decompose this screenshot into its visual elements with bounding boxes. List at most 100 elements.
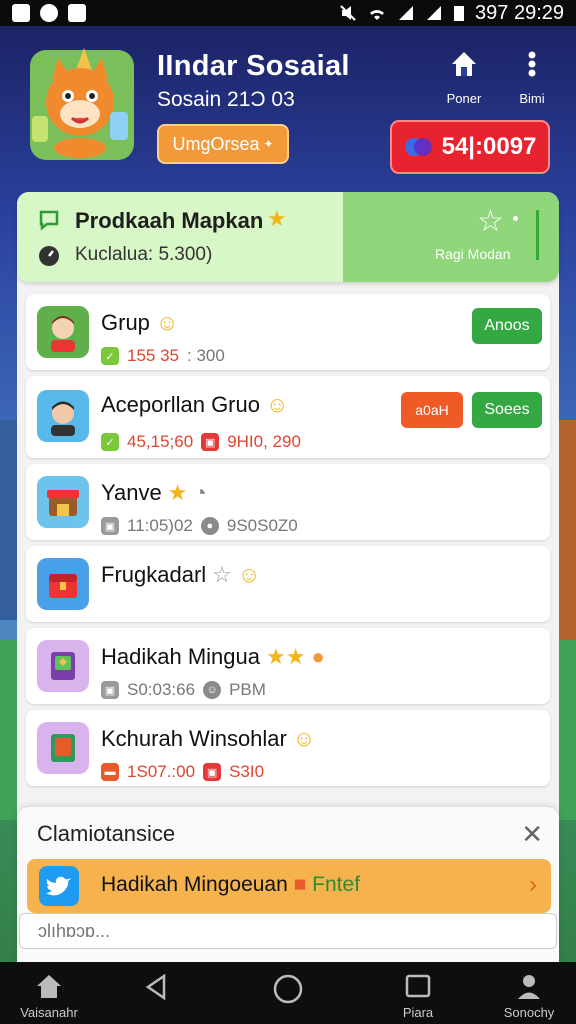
nav-files[interactable]: Piara: [390, 972, 446, 1020]
join-button-label: Anoos: [484, 317, 530, 334]
smiley-icon: ☺: [292, 726, 316, 751]
nav-profile[interactable]: Sonochy: [496, 972, 562, 1020]
recent-apps-icon: [405, 974, 431, 998]
clock-icon: [39, 246, 59, 266]
list-item-title: Frugkadarl ☆ ☺: [101, 562, 260, 588]
list-item-title: Kchurah Winsohlar ☺: [101, 726, 315, 752]
list-item-meta: ✓ 155 35 : 300: [101, 346, 225, 366]
list-item[interactable]: Yanve ★ ◔ ▣ 11:05)02 ● 9S0S0Z0: [26, 464, 550, 540]
nav-home-button[interactable]: [270, 972, 306, 1009]
lock-icon: ▣: [101, 517, 119, 535]
list-item[interactable]: Grup ☺ ✓ 155 35 : 300 Anoos: [26, 294, 550, 370]
group-avatar: [37, 722, 89, 774]
location-icon: ●: [200, 517, 219, 535]
book-icon: [51, 652, 75, 680]
gift-icon: ▣: [203, 763, 222, 781]
bottom-sheet: Clamiotansice ✕ Hadikah Mingoeuan ■ Fnte…: [17, 807, 559, 962]
smiley-icon: ☺: [155, 310, 179, 335]
star-icon: ★★: [265, 644, 306, 669]
chat-bubble-icon: [39, 210, 59, 231]
menu-label: Bimi: [519, 91, 545, 106]
back-icon: [145, 973, 166, 1001]
promo-button[interactable]: UmgOrsea ✦: [157, 124, 289, 164]
join-button-label: Soees: [484, 401, 530, 418]
featured-title: Prodkaah Mapkan: [75, 208, 264, 233]
smiley-icon: ☺: [265, 392, 289, 417]
join-button[interactable]: Anoos: [472, 308, 542, 344]
nav-profile-label: Sonochy: [503, 1005, 555, 1020]
more-vertical-icon: [528, 51, 536, 77]
ticket-icon: ▬: [101, 763, 119, 781]
emoji-icon: ☺: [203, 681, 222, 699]
list-item[interactable]: Aceporllan Gruo ☺ ✓ 45,15;60 ▣ 9HI0, 290…: [26, 376, 550, 458]
suggestion-label: Hadikah Mingoeuan ■ Fntef: [101, 873, 360, 897]
mascot-avatar: [30, 48, 134, 160]
divider: [536, 210, 539, 260]
nav-files-label: Piara: [402, 1005, 434, 1020]
meta-value: 45,15;60: [127, 432, 194, 451]
join-button[interactable]: Soees: [472, 392, 542, 428]
chevron-right-icon: ›: [529, 871, 537, 898]
home-icon: [37, 975, 61, 998]
bird-icon: [39, 866, 79, 906]
list-item-name: Hadikah Mingua: [101, 644, 260, 669]
notification-icon: [12, 4, 30, 22]
home-button[interactable]: Poner: [440, 48, 488, 106]
timer-icon: ◔: [193, 480, 207, 505]
group-avatar: [37, 306, 89, 358]
nav-home-label: Vaisanahr: [20, 1005, 78, 1020]
flag-icon: ■: [293, 873, 307, 896]
list-item-title: Grup ☺: [101, 310, 178, 336]
score-counter[interactable]: 54|:0097: [390, 120, 550, 174]
shop-icon: [47, 490, 79, 516]
sparkle-icon: ✦: [263, 137, 274, 151]
meta-value: S3I0: [229, 762, 265, 781]
nav-home[interactable]: Vaisanahr: [14, 972, 84, 1020]
badge-button-label: a0aH: [415, 402, 449, 418]
list-item-title: Yanve ★ ◔: [101, 480, 207, 506]
menu-button[interactable]: Bimi: [510, 48, 554, 106]
close-icon[interactable]: ✕: [521, 819, 543, 850]
list-item-meta: ✓ 45,15;60 ▣ 9HI0, 290: [101, 432, 301, 452]
bottom-navigation: Vaisanahr Piara Sonochy: [0, 962, 576, 1024]
battery-icon: [454, 6, 465, 21]
treasure-chest-icon: [49, 574, 77, 598]
list-item[interactable]: Hadikah Mingua ★★ ● ▣ S0:03:66 ☺ PBM: [26, 628, 550, 704]
meta-value: 11:05)02: [127, 516, 193, 535]
header: IIndar Sosaial Sosain 21Ͻ 03 UmgOrsea ✦ …: [0, 26, 576, 192]
promo-button-label: UmgOrsea: [172, 133, 260, 154]
star-outline-icon: ☆: [477, 205, 504, 238]
nav-back[interactable]: [138, 972, 174, 1005]
featured-subtitle: Kuclalua: 5.300): [75, 244, 213, 265]
list-item-meta: ▬ 1S07.:00 ▣ S3I0: [101, 762, 264, 782]
home-label: Poner: [446, 91, 482, 106]
list-item[interactable]: Frugkadarl ☆ ☺: [26, 546, 550, 622]
meta-value: 9HI0, 290: [227, 432, 301, 451]
list-item-name: Grup: [101, 310, 150, 335]
meta-value: S0:03:66: [127, 680, 196, 699]
search-input[interactable]: [19, 913, 557, 949]
suggestion-bar[interactable]: Hadikah Mingoeuan ■ Fntef ›: [27, 859, 551, 913]
star-icon: ★: [267, 206, 287, 231]
group-avatar: [37, 390, 89, 442]
check-icon: ✓: [101, 433, 119, 451]
signal-icon: [399, 6, 414, 20]
list-item-name: Frugkadarl: [101, 562, 207, 587]
wifi-icon: [370, 10, 385, 20]
profile-icon: [518, 975, 540, 999]
smiley-icon: ☺: [237, 562, 261, 587]
person-icon: [51, 401, 75, 436]
list-item-meta: ▣ 11:05)02 ● 9S0S0Z0: [101, 516, 298, 536]
suggestion-text: Hadikah Mingoeuan: [101, 873, 288, 896]
group-avatar: [37, 640, 89, 692]
featured-action[interactable]: ☆ Ragi Modan: [343, 192, 559, 282]
coins-icon: [404, 138, 432, 156]
featured-card[interactable]: Prodkaah Mapkan ★ Kuclalua: 5.300) ☆ Rag…: [17, 192, 559, 282]
star-icon: ★: [167, 480, 188, 505]
bird-glyph: [46, 876, 71, 896]
list-item[interactable]: Kchurah Winsohlar ☺ ▬ 1S07.:00 ▣ S3I0: [26, 710, 550, 786]
badge-button[interactable]: a0aH: [401, 392, 463, 428]
clock: 397 29:29: [475, 1, 564, 24]
group-list: Grup ☺ ✓ 155 35 : 300 Anoos Aceporllan G…: [26, 294, 550, 792]
person-icon: [51, 316, 75, 352]
